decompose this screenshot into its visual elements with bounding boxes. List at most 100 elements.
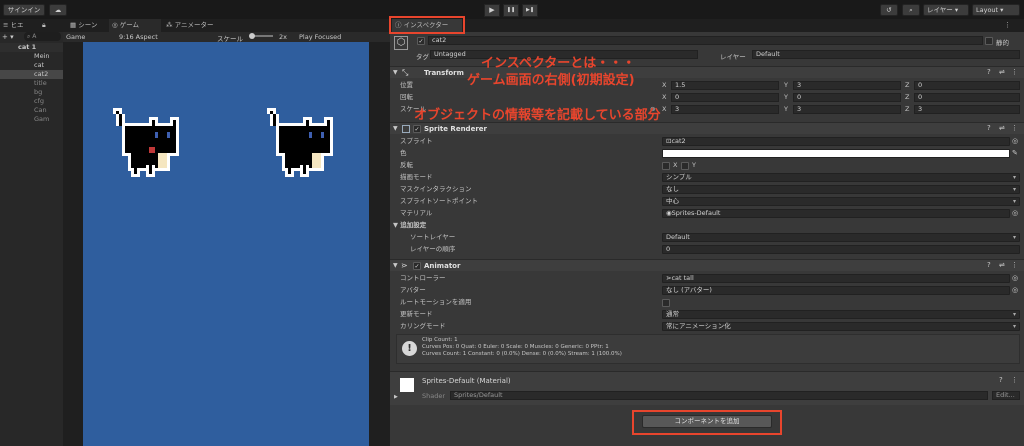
tab-game[interactable]: ◎ ゲーム — [109, 19, 161, 32]
pause-button[interactable]: ❚❚ — [503, 4, 519, 17]
sorting-layer-row: ソートレイヤー Default — [390, 232, 1024, 243]
edit-shader-button[interactable]: Edit... — [992, 391, 1020, 400]
inspector-tab-highlight — [389, 16, 465, 34]
search-icon[interactable]: ⌕ — [902, 4, 920, 16]
pos-z-field[interactable]: 0 — [914, 81, 1020, 90]
hier-item-5[interactable]: cfg — [0, 97, 63, 106]
preset-icon[interactable]: ⇌ — [999, 68, 1005, 76]
order-row: レイヤーの順序 0 — [390, 244, 1024, 255]
sprite-renderer-enabled-checkbox[interactable]: ✓ — [413, 125, 421, 133]
rot-z-field[interactable]: 0 — [914, 93, 1020, 102]
hier-item-6[interactable]: Can — [0, 106, 63, 115]
order-label: レイヤーの順序 — [410, 245, 456, 253]
scl-z-field[interactable]: 3 — [914, 105, 1020, 114]
mask-dropdown[interactable]: なし — [662, 185, 1020, 194]
component-menu-icon[interactable]: ⋮ — [1011, 124, 1018, 132]
material-field[interactable]: ◉Sprites-Default — [662, 209, 1010, 218]
root-motion-checkbox[interactable] — [662, 299, 670, 307]
culling-mode-dropdown[interactable]: 常にアニメーション化 — [662, 322, 1020, 331]
display-dropdown[interactable]: Game — [66, 33, 85, 41]
scl-y-field[interactable]: 3 — [793, 105, 901, 114]
history-icon[interactable]: ↺ — [880, 4, 898, 16]
hier-item-0[interactable]: Mein — [0, 52, 63, 61]
component-menu-icon[interactable]: ⋮ — [1011, 68, 1018, 76]
active-checkbox[interactable]: ✓ — [417, 37, 425, 45]
object-name-field[interactable]: cat2 — [428, 36, 983, 45]
cloud-icon[interactable]: ☁ — [49, 4, 67, 16]
object-picker-icon[interactable]: ◎ — [1012, 286, 1018, 294]
update-mode-dropdown[interactable]: 通常 — [662, 310, 1020, 319]
animator-info-box: ! Clip Count: 1 Curves Pos: 0 Quat: 0 Eu… — [396, 334, 1020, 364]
foldout-arrow-icon[interactable]: ▼ — [393, 125, 398, 132]
foldout-arrow-icon[interactable]: ▶ — [394, 394, 398, 400]
step-button[interactable]: ▶❚ — [522, 4, 538, 17]
layers-label: レイヤー — [927, 6, 953, 14]
draw-mode-dropdown[interactable]: シンプル — [662, 173, 1020, 182]
help-icon[interactable]: ? — [987, 261, 991, 269]
component-menu-icon[interactable]: ⋮ — [1011, 261, 1018, 269]
object-picker-icon[interactable]: ◎ — [1012, 274, 1018, 282]
hier-item-4[interactable]: bg — [0, 88, 63, 97]
lock-icon[interactable]: 🔒︎ — [42, 21, 46, 30]
shader-label: Shader — [422, 392, 446, 400]
preset-icon[interactable]: ⇌ — [999, 124, 1005, 132]
play-mode-dropdown[interactable]: Play Focused — [299, 33, 341, 41]
tab-hierarchy[interactable]: ≡ ヒエ — [0, 19, 40, 32]
rot-y-field[interactable]: 0 — [793, 93, 901, 102]
rot-x-field[interactable]: 0 — [671, 93, 779, 102]
preset-icon[interactable]: ⇌ — [999, 261, 1005, 269]
additional-settings-label: 追加設定 — [400, 221, 427, 229]
sprite-renderer-header[interactable]: ▼ ✓ Sprite Renderer ? ⇌ ⋮ — [390, 122, 1024, 134]
flip-x-label: X — [673, 161, 678, 169]
component-menu-icon[interactable]: ⋮ — [1011, 376, 1018, 384]
layer-dropdown[interactable]: Default — [752, 50, 1020, 59]
aspect-dropdown[interactable]: 9:16 Aspect — [119, 33, 158, 41]
shader-dropdown[interactable]: Sprites/Default — [450, 391, 988, 400]
eyedropper-icon[interactable]: ✎ — [1012, 149, 1018, 157]
pos-x-field[interactable]: 1.5 — [671, 81, 779, 90]
sorting-layer-dropdown[interactable]: Default — [662, 233, 1020, 242]
pos-y-field[interactable]: 3 — [793, 81, 901, 90]
flip-y-checkbox[interactable] — [681, 162, 689, 170]
foldout-arrow-icon[interactable]: ▼ — [393, 69, 398, 76]
controller-field[interactable]: ⋗cat tall — [662, 274, 1010, 283]
sort-point-dropdown[interactable]: 中心 — [662, 197, 1020, 206]
color-field[interactable] — [662, 149, 1010, 158]
scl-x-label: X — [662, 105, 667, 113]
foldout-arrow-icon[interactable]: ▼ — [393, 262, 398, 269]
tab-animator[interactable]: ⁂ アニメーター — [163, 19, 213, 32]
play-button[interactable]: ▶ — [484, 4, 500, 17]
layers-dropdown[interactable]: レイヤー ▾ — [923, 4, 969, 16]
menu-icon[interactable]: ⋮ — [1004, 21, 1011, 30]
add-object-button[interactable]: + ▾ — [2, 33, 14, 41]
help-icon[interactable]: ? — [987, 124, 991, 132]
info-line-3: Curves Count: 1 Constant: 0 (0.0%) Dense… — [422, 351, 622, 357]
tab-scene[interactable]: ▦ シーン — [67, 19, 97, 32]
static-checkbox[interactable] — [985, 37, 993, 45]
object-picker-icon[interactable]: ◎ — [1012, 209, 1018, 217]
scale-slider-handle[interactable] — [249, 33, 255, 39]
animator-header[interactable]: ▼ ⋗ ✓ Animator ? ⇌ ⋮ — [390, 259, 1024, 271]
scene-root[interactable]: cat 1 — [0, 43, 63, 52]
flip-x-checkbox[interactable] — [662, 162, 670, 170]
hier-item-2[interactable]: cat2 — [0, 70, 63, 79]
signin-button[interactable]: サインイン — [3, 4, 45, 16]
additional-settings-row[interactable]: ▼ 追加設定 — [390, 220, 1024, 231]
hierarchy-search-input[interactable]: ⌕ A — [24, 32, 61, 41]
scl-x-field[interactable]: 3 — [671, 105, 779, 114]
hier-item-1[interactable]: cat — [0, 61, 63, 70]
help-icon[interactable]: ? — [999, 376, 1003, 384]
pos-x-label: X — [662, 81, 667, 89]
layout-dropdown[interactable]: Layout ▾ — [972, 4, 1020, 16]
hier-item-3[interactable]: title — [0, 79, 63, 88]
hier-item-7[interactable]: Gam — [0, 115, 63, 124]
sprite-field[interactable]: ⊡cat2 — [662, 137, 1010, 146]
additional-settings-foldout[interactable]: ▼ 追加設定 — [393, 220, 426, 231]
animator-enabled-checkbox[interactable]: ✓ — [413, 262, 421, 270]
order-field[interactable]: 0 — [662, 245, 1020, 254]
help-icon[interactable]: ? — [987, 68, 991, 76]
draw-mode-label: 描画モード — [400, 173, 433, 181]
avatar-field[interactable]: なし (アバター) — [662, 286, 1010, 295]
object-picker-icon[interactable]: ◎ — [1012, 137, 1018, 145]
flip-label: 反転 — [400, 161, 413, 169]
